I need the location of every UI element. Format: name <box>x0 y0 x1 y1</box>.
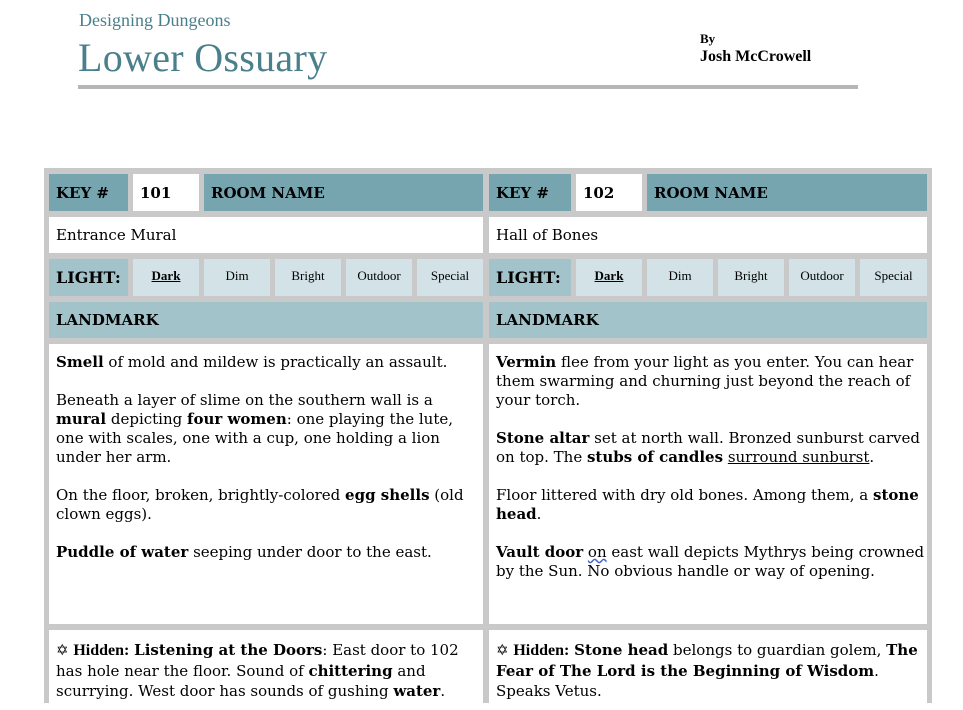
clover-icon: ✡ <box>496 641 509 659</box>
hidden-heading: Listening at the Doors <box>134 641 323 659</box>
description-paragraph: Beneath a layer of slime on the southern… <box>56 391 454 466</box>
landmark-label: LANDMARK <box>49 302 483 338</box>
hidden-heading: Stone head <box>574 641 669 659</box>
light-option-special[interactable]: Special <box>417 259 483 296</box>
light-option-dark[interactable]: Dark <box>133 259 199 296</box>
key-number-field[interactable]: 102 <box>576 174 642 211</box>
light-label: LIGHT: <box>489 259 571 296</box>
by-label: By <box>700 31 716 46</box>
clover-icon: ✡ <box>56 641 69 659</box>
description-paragraph: Vermin flee from your light as you enter… <box>496 353 914 409</box>
landmark-label: LANDMARK <box>489 302 927 338</box>
key-label: KEY # <box>49 174 128 211</box>
light-option-bright[interactable]: Bright <box>275 259 341 296</box>
light-option-outdoor[interactable]: Outdoor <box>789 259 855 296</box>
header-divider <box>78 85 858 89</box>
hidden-info[interactable]: ✡ Hidden: Listening at the Doors: East d… <box>49 630 483 710</box>
key-label: KEY # <box>489 174 571 211</box>
document-subtitle: Designing Dungeons <box>79 10 231 30</box>
light-label: LIGHT: <box>49 259 128 296</box>
hidden-info[interactable]: ✡ Hidden: Stone head belongs to guardian… <box>489 630 927 710</box>
light-option-dark[interactable]: Dark <box>576 259 642 296</box>
hidden-label: Hidden: <box>513 642 570 659</box>
key-number-field[interactable]: 101 <box>133 174 199 211</box>
author-name: Josh McCrowell <box>700 48 812 65</box>
description-paragraph: Smell of mold and mildew is practically … <box>56 353 448 371</box>
description-paragraph: On the floor, broken, brightly-colored e… <box>56 486 464 523</box>
room-key-table: KEY # 101 ROOM NAME Entrance Mural LIGHT… <box>44 168 932 710</box>
light-option-bright[interactable]: Bright <box>718 259 784 296</box>
description-paragraph: Floor littered with dry old bones. Among… <box>496 486 919 523</box>
room-description[interactable]: Vermin flee from your light as you enter… <box>489 344 927 624</box>
light-option-dim[interactable]: Dim <box>647 259 713 296</box>
description-paragraph: Puddle of water seeping under door to th… <box>56 543 432 561</box>
light-option-outdoor[interactable]: Outdoor <box>346 259 412 296</box>
hidden-label: Hidden: <box>73 642 130 659</box>
light-option-dim[interactable]: Dim <box>204 259 270 296</box>
light-option-special[interactable]: Special <box>860 259 927 296</box>
description-paragraph: Vault door on east wall depicts Mythrys … <box>496 543 925 580</box>
description-paragraph: Stone altar set at north wall. Bronzed s… <box>496 429 920 466</box>
document-title: Lower Ossuary <box>78 35 328 80</box>
author-block: By Josh McCrowell <box>700 31 811 66</box>
room-description[interactable]: Smell of mold and mildew is practically … <box>49 344 483 624</box>
room-name-field[interactable]: Hall of Bones <box>489 217 927 253</box>
room-name-label: ROOM NAME <box>204 174 483 211</box>
room-name-label: ROOM NAME <box>647 174 927 211</box>
room-name-field[interactable]: Entrance Mural <box>49 217 483 253</box>
